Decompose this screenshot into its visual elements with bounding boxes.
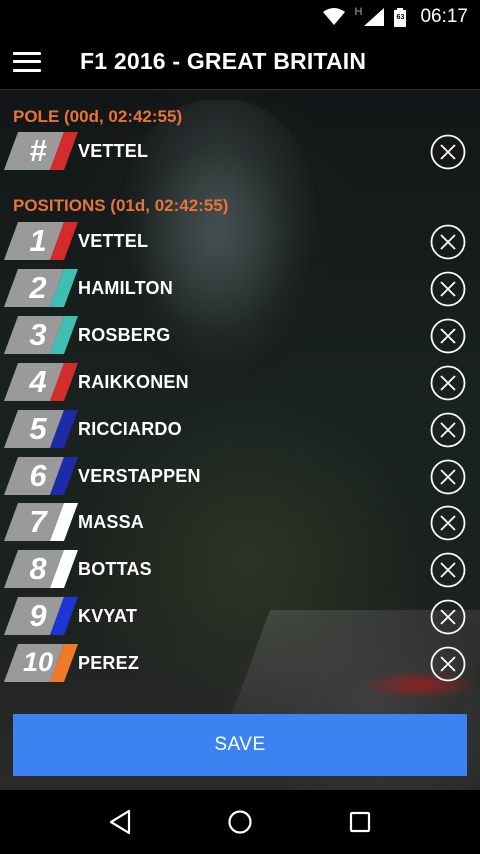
position-badge: 7 — [4, 503, 80, 542]
remove-position-icon[interactable] — [430, 412, 466, 448]
position-number: 7 — [29, 504, 47, 540]
hamburger-menu-icon[interactable] — [13, 51, 41, 72]
position-row[interactable]: 1 VETTEL — [0, 220, 480, 266]
position-driver-name: VETTEL — [78, 231, 149, 251]
signal-icon — [364, 8, 385, 26]
position-badge: 1 — [4, 222, 80, 260]
position-row[interactable]: 5 RICCIARDO — [0, 408, 480, 454]
remove-position-icon[interactable] — [430, 271, 466, 307]
back-icon[interactable] — [100, 802, 140, 842]
position-badge: 6 — [4, 456, 80, 495]
battery-icon: 63 — [394, 7, 407, 27]
remove-position-icon[interactable] — [430, 646, 466, 682]
system-nav-bar — [0, 790, 480, 854]
position-driver-name: RAIKKONEN — [78, 371, 189, 392]
page-title: F1 2016 - GREAT BRITAIN — [80, 48, 367, 74]
position-driver-name: ROSBERG — [78, 324, 171, 345]
pole-row[interactable]: # VETTEL — [0, 130, 480, 176]
position-row[interactable]: 7 MASSA — [0, 501, 480, 547]
position-badge: 4 — [4, 362, 80, 401]
remove-position-icon[interactable] — [430, 224, 466, 260]
position-number: 5 — [29, 410, 47, 446]
app-bar: F1 2016 - GREAT BRITAIN — [0, 34, 480, 90]
position-row[interactable]: 3 ROSBERG — [0, 314, 480, 360]
position-row[interactable]: 2 HAMILTON — [0, 267, 480, 313]
network-type-label: H — [354, 6, 363, 18]
position-badge: 2 — [4, 268, 80, 307]
position-row[interactable]: 10 PEREZ — [0, 642, 480, 688]
position-number: 9 — [29, 598, 47, 634]
position-driver-name: KVYAT — [78, 606, 138, 627]
position-row[interactable]: 4 RAIKKONEN — [0, 361, 480, 407]
pole-badge-symbol: # — [29, 133, 47, 168]
position-row[interactable]: 9 KVYAT — [0, 595, 480, 641]
predictions-panel: POLE (00d, 02:42:55) # VETTEL POSITIONS … — [0, 90, 480, 790]
position-number: 2 — [29, 269, 47, 305]
remove-position-icon[interactable] — [430, 318, 466, 354]
position-number: 4 — [29, 363, 47, 399]
remove-position-icon[interactable] — [430, 505, 466, 541]
pole-driver-name: VETTEL — [78, 141, 149, 161]
status-bar: H 63 06:17 — [0, 0, 480, 34]
pole-badge: # — [4, 132, 80, 170]
position-driver-name: HAMILTON — [78, 277, 173, 298]
remove-position-icon[interactable] — [430, 459, 466, 495]
position-driver-name: PEREZ — [78, 653, 140, 674]
remove-position-icon[interactable] — [430, 599, 466, 635]
pole-section-label: POLE (00d, 02:42:55) — [13, 107, 183, 126]
position-badge: 8 — [4, 550, 80, 589]
positions-section-label: POSITIONS (01d, 02:42:55) — [13, 196, 229, 215]
position-driver-name: VERSTAPPEN — [78, 465, 201, 486]
home-icon[interactable] — [220, 802, 260, 842]
position-badge: 3 — [4, 315, 80, 354]
position-number: 8 — [29, 551, 47, 587]
position-number: 1 — [29, 223, 47, 258]
clock: 06:17 — [420, 6, 468, 27]
position-number: 3 — [29, 316, 47, 352]
position-driver-name: BOTTAS — [78, 559, 152, 580]
remove-position-icon[interactable] — [430, 552, 466, 588]
position-row[interactable]: 6 VERSTAPPEN — [0, 455, 480, 501]
battery-level: 63 — [396, 13, 405, 21]
position-driver-name: RICCIARDO — [78, 418, 182, 439]
recents-icon[interactable] — [340, 802, 380, 842]
position-number: 10 — [22, 647, 54, 678]
position-row[interactable]: 8 BOTTAS — [0, 548, 480, 594]
wifi-icon — [322, 8, 345, 25]
position-number: 6 — [29, 457, 47, 493]
position-badge: 9 — [4, 597, 80, 636]
save-button[interactable]: SAVE — [13, 714, 467, 776]
remove-position-icon[interactable] — [430, 365, 466, 401]
position-badge: 5 — [4, 409, 80, 448]
position-driver-name: MASSA — [78, 512, 145, 533]
remove-pole-icon[interactable] — [430, 134, 466, 170]
position-badge: 10 — [4, 644, 80, 683]
